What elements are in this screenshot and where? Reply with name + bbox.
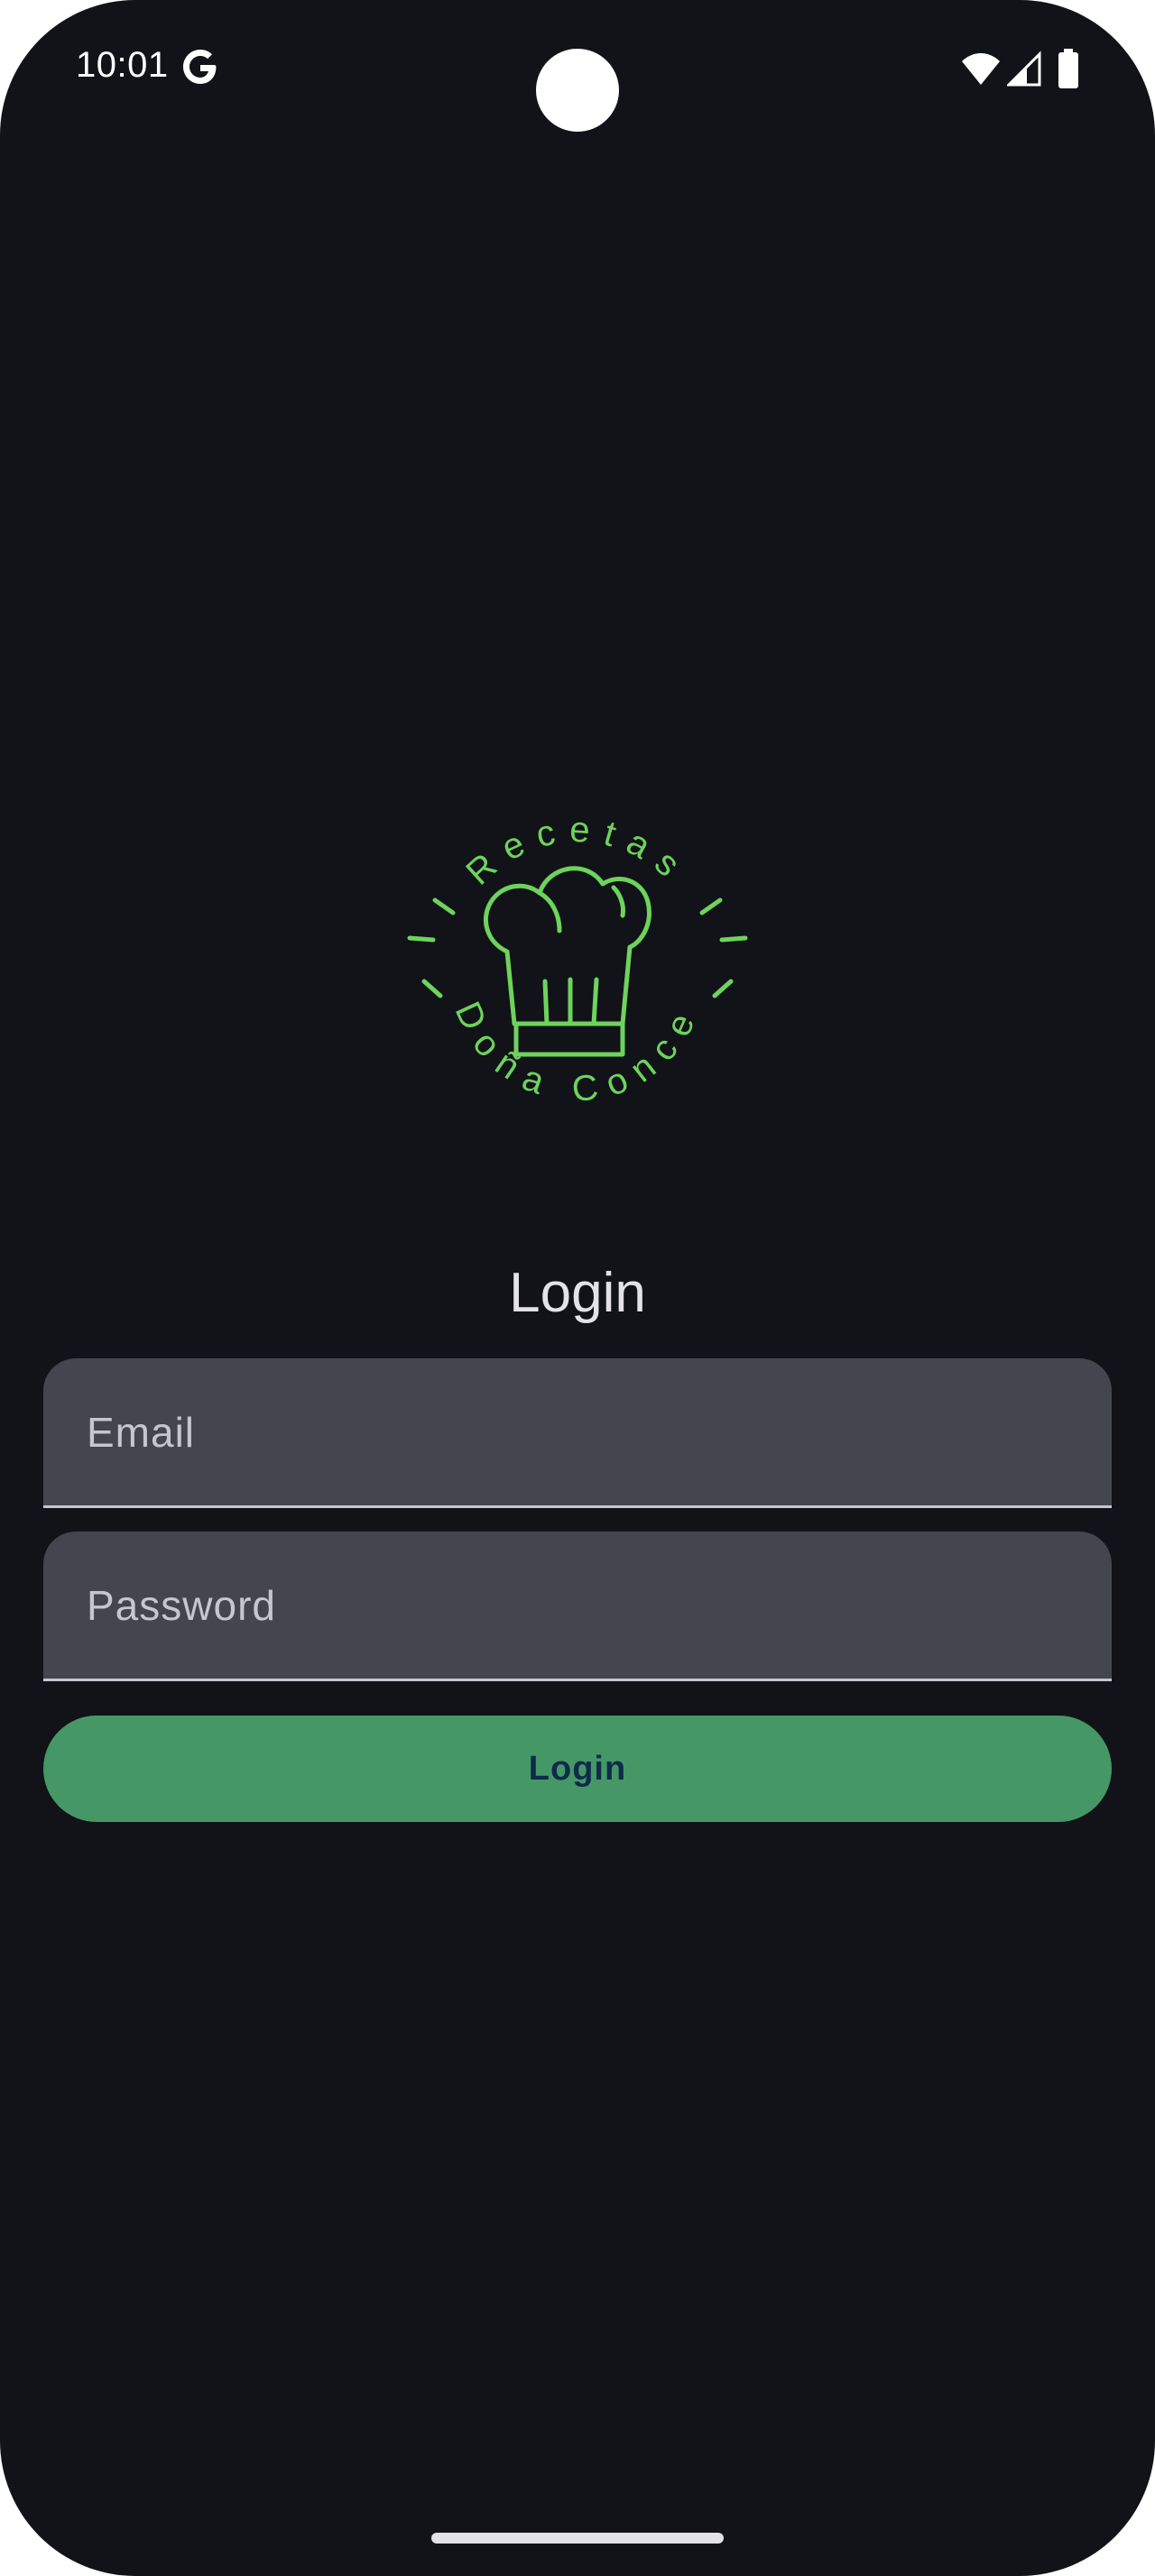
battery-icon — [1058, 49, 1078, 88]
phone-screen: 10:01 Recetas Doña Conce Login Email Pas… — [0, 0, 1155, 2576]
app-logo: Recetas Doña Conce — [407, 810, 748, 1109]
status-bar: 10:01 — [0, 0, 1155, 135]
logo-top-text: Recetas — [458, 810, 697, 893]
camera-cutout — [536, 49, 619, 132]
login-title: Login — [509, 1262, 646, 1324]
login-button[interactable]: Login — [43, 1716, 1112, 1822]
email-field[interactable]: Email — [43, 1358, 1112, 1508]
home-indicator[interactable] — [431, 2533, 724, 2544]
wifi-icon — [962, 53, 1000, 85]
logo-sparkles — [407, 897, 748, 998]
signal-icon — [1007, 51, 1041, 87]
chef-hat-icon — [483, 866, 651, 1057]
password-field[interactable]: Password — [43, 1532, 1112, 1681]
password-field-placeholder: Password — [87, 1582, 276, 1629]
status-time: 10:01 — [76, 45, 169, 85]
google-icon — [183, 50, 217, 84]
email-field-placeholder: Email — [87, 1409, 196, 1456]
